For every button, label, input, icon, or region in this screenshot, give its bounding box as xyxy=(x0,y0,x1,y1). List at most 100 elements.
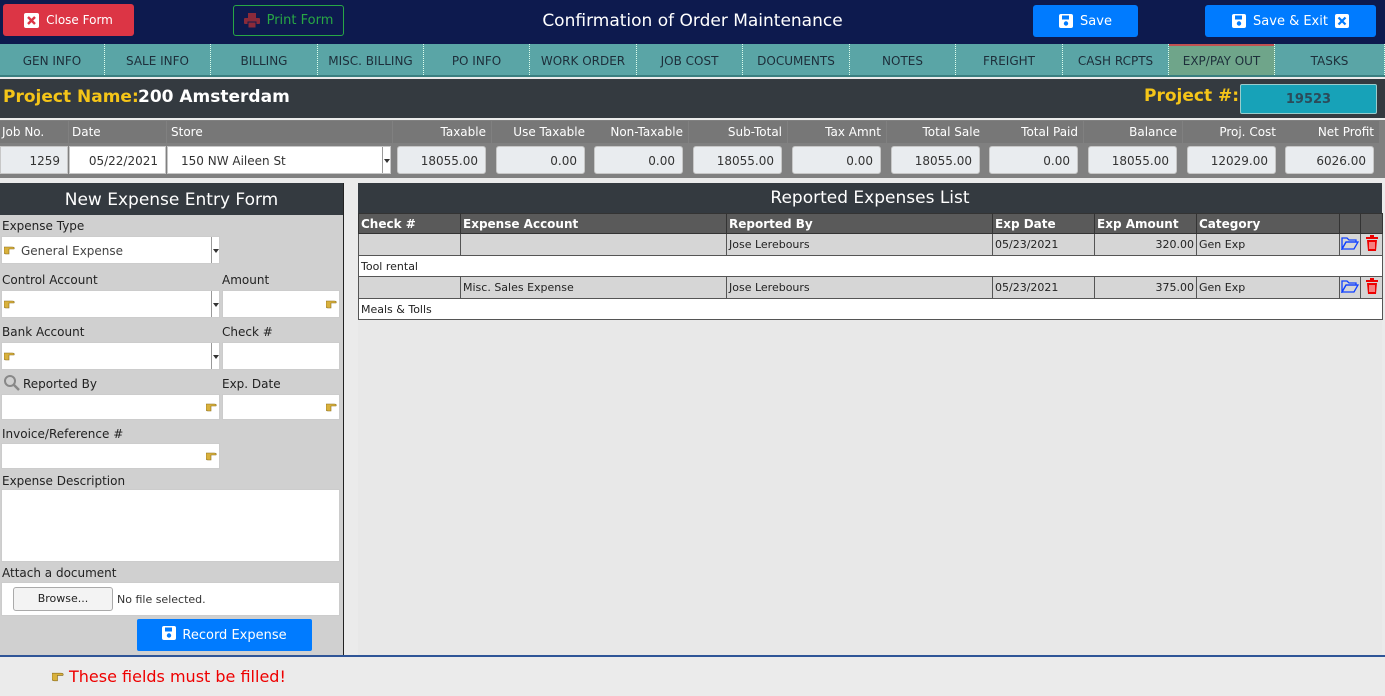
table-header-row: Check # Expense Account Reported By Exp … xyxy=(358,213,1383,234)
store-value: 150 NW Aileen St xyxy=(181,154,286,168)
cell-exp-amount: 320.00 xyxy=(1094,233,1197,256)
taxable-header: Taxable xyxy=(393,121,491,143)
table-row: Misc. Sales Expense Jose Lerebours 05/23/2… xyxy=(358,276,1383,299)
folder-open-icon[interactable] xyxy=(1340,280,1360,296)
open-expense-cell xyxy=(1339,276,1361,299)
chevron-down-icon xyxy=(211,343,219,369)
tax-amnt-header: Tax Amnt xyxy=(788,121,886,143)
expense-description-label: Expense Description xyxy=(2,474,126,488)
invoice-reference-input[interactable] xyxy=(1,443,220,469)
store-select[interactable]: 150 NW Aileen St xyxy=(167,146,391,174)
required-hand-icon xyxy=(325,299,337,310)
floppy-disk-icon xyxy=(1059,14,1074,28)
required-hand-icon xyxy=(3,351,15,362)
save-button[interactable]: Save xyxy=(1033,5,1138,37)
divider xyxy=(0,655,1385,657)
tab-freight[interactable]: FREIGHT xyxy=(956,44,1063,75)
balance-field[interactable]: 18055.00 xyxy=(1088,146,1177,174)
record-expense-button[interactable]: Record Expense xyxy=(137,619,312,651)
cell-expense-account xyxy=(460,233,727,256)
expense-type-select[interactable]: General Expense xyxy=(1,236,220,264)
trash-icon[interactable] xyxy=(1365,235,1379,254)
net-profit-header: Net Profit xyxy=(1281,121,1379,143)
tab-gen-info[interactable]: GEN INFO xyxy=(0,44,105,75)
date-field[interactable]: 05/22/2021 xyxy=(69,146,166,174)
project-number-label: Project #: xyxy=(1144,86,1240,106)
save-and-exit-button[interactable]: Save & Exit xyxy=(1205,5,1376,37)
tab-job-cost[interactable]: JOB COST xyxy=(637,44,743,75)
cell-expense-account: Misc. Sales Expense xyxy=(460,276,727,299)
bank-account-select[interactable] xyxy=(1,342,220,370)
cell-description: Meals & Tolls xyxy=(358,298,1383,320)
save-and-exit-label: Save & Exit xyxy=(1253,13,1328,29)
required-hand-icon xyxy=(205,451,217,462)
tab-bar: GEN INFO SALE INFO BILLING MISC. BILLING PO … xyxy=(0,44,1385,77)
column-header-check: Check # xyxy=(358,213,461,234)
exp-date-input[interactable] xyxy=(222,394,340,420)
browse-button[interactable]: Browse... xyxy=(13,587,113,611)
use-taxable-field[interactable]: 0.00 xyxy=(496,146,585,174)
tab-misc-billing[interactable]: MISC. BILLING xyxy=(318,44,424,75)
cell-exp-date: 05/23/2021 xyxy=(992,276,1095,299)
open-expense-cell xyxy=(1339,233,1361,256)
chevron-down-icon xyxy=(211,237,219,263)
folder-open-icon[interactable] xyxy=(1340,237,1360,253)
expense-description-textarea[interactable] xyxy=(1,489,340,562)
store-header: Store xyxy=(167,121,392,143)
delete-expense-cell xyxy=(1360,233,1383,256)
tab-documents[interactable]: DOCUMENTS xyxy=(743,44,850,75)
floppy-disk-icon xyxy=(162,626,177,644)
column-header-delete xyxy=(1360,213,1383,234)
amount-label: Amount xyxy=(222,273,270,287)
date-header: Date xyxy=(69,121,166,143)
reported-by-input[interactable] xyxy=(1,394,220,420)
non-taxable-header: Non-Taxable xyxy=(590,121,688,143)
column-header-category: Category xyxy=(1196,213,1340,234)
non-taxable-field[interactable]: 0.00 xyxy=(594,146,683,174)
sub-total-field[interactable]: 18055.00 xyxy=(693,146,782,174)
close-form-button[interactable]: Close Form xyxy=(3,4,134,36)
printer-icon xyxy=(243,13,260,28)
total-sale-field[interactable]: 18055.00 xyxy=(891,146,980,174)
tab-sale-info[interactable]: SALE INFO xyxy=(105,44,211,75)
cell-check xyxy=(358,276,461,299)
tab-exp-pay-out[interactable]: EXP/PAY OUT xyxy=(1169,44,1275,75)
top-bar xyxy=(0,0,1385,44)
proj-cost-header: Proj. Cost xyxy=(1183,121,1281,143)
print-form-label: Print Form xyxy=(266,13,334,28)
check-number-input[interactable] xyxy=(222,342,340,370)
trash-icon[interactable] xyxy=(1365,278,1379,297)
table-row-description: Meals & Tolls xyxy=(358,298,1383,320)
close-icon xyxy=(1334,14,1349,28)
sub-total-header: Sub-Total xyxy=(689,121,787,143)
tab-tasks[interactable]: TASKS xyxy=(1275,44,1385,75)
job-no-field[interactable]: 1259 xyxy=(0,146,68,174)
taxable-field[interactable]: 18055.00 xyxy=(397,146,486,174)
new-expense-form-title: New Expense Entry Form xyxy=(0,183,343,215)
amount-input[interactable] xyxy=(222,290,340,318)
chevron-down-icon xyxy=(382,147,390,173)
cell-reported-by: Jose Lerebours xyxy=(726,276,993,299)
total-paid-field[interactable]: 0.00 xyxy=(989,146,1078,174)
expense-type-label: Expense Type xyxy=(2,219,85,233)
print-form-button[interactable]: Print Form xyxy=(233,5,344,36)
tax-amnt-field[interactable]: 0.00 xyxy=(792,146,881,174)
tab-work-order[interactable]: WORK ORDER xyxy=(530,44,637,75)
required-hand-icon xyxy=(51,671,64,686)
tab-notes[interactable]: NOTES xyxy=(850,44,956,75)
job-no-header: Job No. xyxy=(0,121,68,143)
net-profit-field[interactable]: 6026.00 xyxy=(1285,146,1374,174)
check-number-label: Check # xyxy=(222,325,273,339)
tab-po-info[interactable]: PO INFO xyxy=(424,44,530,75)
search-icon[interactable] xyxy=(3,374,21,395)
use-taxable-header: Use Taxable xyxy=(492,121,590,143)
project-number-field[interactable]: 19523 xyxy=(1240,84,1377,114)
floppy-disk-icon xyxy=(1232,14,1247,28)
cell-check xyxy=(358,233,461,256)
table-row: Jose Lerebours 05/23/2021 320.00 Gen Exp xyxy=(358,233,1383,256)
proj-cost-field[interactable]: 12029.00 xyxy=(1187,146,1276,174)
required-fields-message: These fields must be filled! xyxy=(69,667,286,686)
tab-billing[interactable]: BILLING xyxy=(211,44,318,75)
tab-cash-rcpts[interactable]: CASH RCPTS xyxy=(1063,44,1169,75)
control-account-select[interactable] xyxy=(1,290,220,318)
